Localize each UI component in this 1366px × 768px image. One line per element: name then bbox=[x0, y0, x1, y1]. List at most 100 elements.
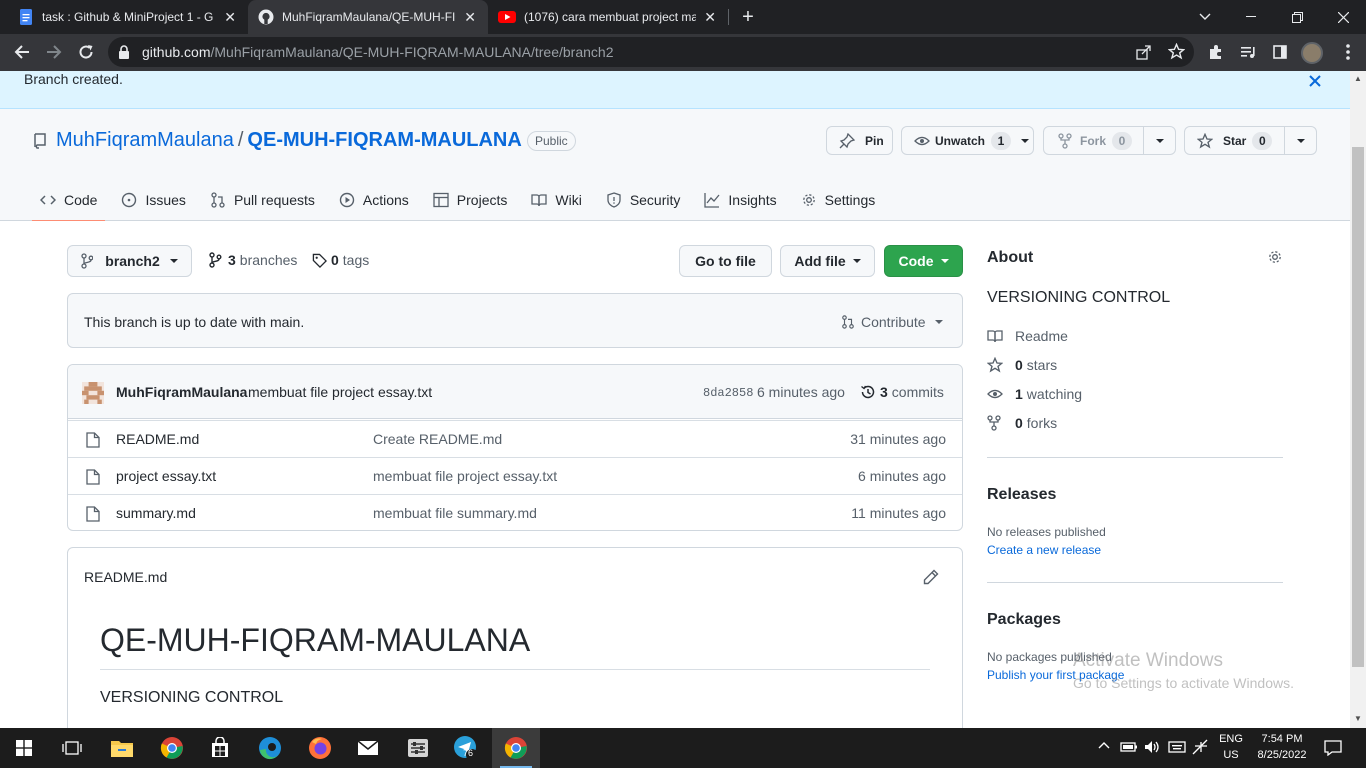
file-commit-message-link[interactable]: membuat file summary.md bbox=[373, 505, 537, 521]
star-dropdown[interactable] bbox=[1284, 127, 1316, 154]
scroll-down-icon[interactable]: ▼ bbox=[1354, 714, 1362, 723]
pencil-icon[interactable] bbox=[923, 569, 939, 585]
volume-icon[interactable] bbox=[1144, 740, 1162, 754]
media-control-button[interactable] bbox=[1234, 38, 1262, 66]
tab-settings[interactable]: Settings bbox=[793, 179, 884, 221]
avatar[interactable] bbox=[82, 382, 104, 404]
new-tab-button[interactable]: + bbox=[736, 6, 760, 29]
restore-button[interactable] bbox=[1274, 0, 1320, 34]
store-button[interactable] bbox=[196, 728, 244, 768]
stars-link[interactable]: 0 stars bbox=[987, 357, 1057, 373]
tab-insights[interactable]: Insights bbox=[696, 179, 784, 221]
tags-link[interactable]: 0 tags bbox=[312, 252, 369, 268]
browser-tab-youtube[interactable]: (1076) cara membuat project ma ✕ bbox=[488, 0, 728, 34]
clock-date[interactable]: 8/25/2022 bbox=[1250, 749, 1314, 761]
browser-tab-github[interactable]: MuhFiqramMaulana/QE-MUH-FIQ ✕ bbox=[248, 0, 488, 34]
minimize-button[interactable] bbox=[1228, 0, 1274, 34]
pin-icon bbox=[839, 132, 855, 149]
bookmark-star-icon[interactable] bbox=[1168, 43, 1185, 60]
file-name-link[interactable]: README.md bbox=[116, 431, 199, 447]
tab-actions-label: Actions bbox=[362, 192, 409, 208]
telegram-button[interactable]: 76 bbox=[442, 728, 490, 768]
firefox-button[interactable] bbox=[296, 728, 344, 768]
file-name-link[interactable]: summary.md bbox=[116, 505, 196, 521]
star-button[interactable]: Star 0 bbox=[1184, 126, 1317, 155]
forks-link[interactable]: 0 forks bbox=[987, 415, 1057, 431]
chevron-down-icon bbox=[1155, 138, 1164, 143]
code-button[interactable]: Code bbox=[884, 245, 963, 277]
file-commit-message-link[interactable]: membuat file project essay.txt bbox=[373, 468, 557, 484]
tab-code[interactable]: Code bbox=[32, 179, 106, 222]
task-view-button[interactable] bbox=[48, 728, 96, 768]
create-release-link[interactable]: Create a new release bbox=[987, 543, 1101, 557]
tab-wiki[interactable]: Wiki bbox=[523, 179, 589, 221]
close-icon[interactable] bbox=[1309, 72, 1321, 87]
unwatch-button[interactable]: Unwatch 1 bbox=[901, 126, 1034, 155]
mail-button[interactable] bbox=[344, 728, 392, 768]
packages-title[interactable]: Packages bbox=[987, 611, 1061, 629]
clock-time[interactable]: 7:54 PM bbox=[1250, 733, 1314, 745]
browser-menu-button[interactable] bbox=[1334, 38, 1362, 66]
releases-title[interactable]: Releases bbox=[987, 486, 1056, 504]
readme-link[interactable]: Readme bbox=[987, 328, 1068, 344]
battery-icon[interactable] bbox=[1120, 740, 1138, 754]
fork-button[interactable]: Fork 0 bbox=[1043, 126, 1176, 155]
forward-button[interactable] bbox=[40, 38, 68, 66]
close-icon[interactable]: ✕ bbox=[702, 9, 718, 26]
input-region[interactable]: US bbox=[1216, 749, 1246, 761]
back-button[interactable] bbox=[8, 38, 36, 66]
tab-security[interactable]: Security bbox=[598, 179, 689, 221]
close-icon[interactable]: ✕ bbox=[222, 9, 238, 26]
chrome-active-button[interactable] bbox=[492, 728, 540, 768]
issue-icon bbox=[121, 192, 137, 208]
edge-button[interactable] bbox=[246, 728, 294, 768]
extensions-button[interactable] bbox=[1202, 38, 1230, 66]
commits-link[interactable]: 3 commits bbox=[860, 384, 944, 400]
scrollbar-thumb[interactable] bbox=[1352, 147, 1364, 667]
close-icon[interactable]: ✕ bbox=[462, 9, 478, 26]
commit-sha-link[interactable]: 8da2858 bbox=[703, 386, 753, 400]
repo-owner-link[interactable]: MuhFiqramMaulana bbox=[56, 129, 234, 151]
watching-link[interactable]: 1 watching bbox=[987, 386, 1082, 402]
commit-message-link[interactable]: membuat file project essay.txt bbox=[248, 384, 432, 400]
file-name-link[interactable]: project essay.txt bbox=[116, 468, 216, 484]
commit-author-link[interactable]: MuhFiqramMaulana bbox=[116, 384, 247, 400]
reload-button[interactable] bbox=[72, 38, 100, 66]
address-bar[interactable]: github.com/MuhFiqramMaulana/QE-MUH-FIQRA… bbox=[108, 37, 1194, 67]
branches-link[interactable]: 3 branches bbox=[208, 252, 297, 268]
gear-icon[interactable] bbox=[1267, 249, 1283, 265]
profile-avatar[interactable] bbox=[1301, 42, 1323, 64]
tab-search-button[interactable] bbox=[1182, 0, 1228, 34]
notification-icon[interactable] bbox=[1324, 740, 1342, 756]
chrome-app-button[interactable] bbox=[148, 728, 196, 768]
side-panel-button[interactable] bbox=[1266, 38, 1294, 66]
sliders-icon bbox=[408, 739, 428, 757]
chevron-up-icon[interactable] bbox=[1098, 741, 1110, 749]
file-explorer-button[interactable] bbox=[98, 728, 146, 768]
go-to-file-button[interactable]: Go to file bbox=[679, 245, 772, 277]
pin-button[interactable]: Pin bbox=[826, 126, 893, 155]
browser-tab-docs[interactable]: task : Github & MiniProject 1 - G ✕ bbox=[8, 0, 248, 34]
fork-dropdown[interactable] bbox=[1143, 127, 1175, 154]
keyboard-icon[interactable] bbox=[1168, 740, 1186, 754]
readme-filename-link[interactable]: README.md bbox=[84, 569, 167, 585]
repo-name-link[interactable]: QE-MUH-FIQRAM-MAULANA bbox=[247, 129, 521, 151]
network-icon[interactable] bbox=[1192, 739, 1210, 755]
contribute-button[interactable]: Contribute bbox=[841, 314, 943, 330]
scroll-up-icon[interactable]: ▲ bbox=[1354, 74, 1362, 83]
pull-request-icon bbox=[210, 192, 226, 208]
tab-actions[interactable]: Actions bbox=[331, 179, 417, 221]
arrow-left-icon bbox=[14, 45, 29, 59]
page-scrollbar[interactable]: ▲ ▼ bbox=[1350, 71, 1366, 728]
add-file-button[interactable]: Add file bbox=[780, 245, 875, 277]
tab-pull-requests[interactable]: Pull requests bbox=[202, 179, 323, 221]
control-panel-button[interactable] bbox=[394, 728, 442, 768]
tab-projects[interactable]: Projects bbox=[425, 179, 516, 221]
start-button[interactable] bbox=[0, 728, 48, 768]
input-language[interactable]: ENG bbox=[1216, 733, 1246, 745]
branch-select-button[interactable]: branch2 bbox=[67, 245, 192, 277]
file-commit-message-link[interactable]: Create README.md bbox=[373, 431, 502, 447]
close-window-button[interactable] bbox=[1320, 0, 1366, 34]
share-icon[interactable] bbox=[1136, 44, 1152, 60]
tab-issues[interactable]: Issues bbox=[113, 179, 193, 221]
